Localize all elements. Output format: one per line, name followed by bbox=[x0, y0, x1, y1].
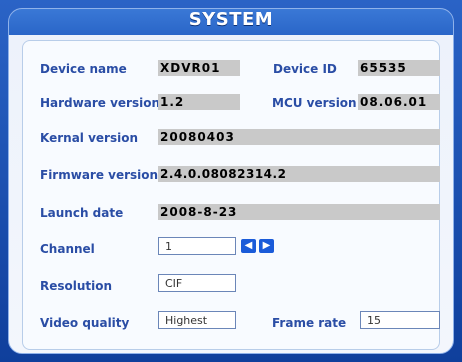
device-id-value: 65535 bbox=[358, 60, 440, 76]
kernal-version-label: Kernal version bbox=[40, 131, 138, 145]
kernal-version-value: 20080403 bbox=[158, 129, 440, 145]
mcu-version-label: MCU version bbox=[272, 96, 357, 110]
hardware-version-value: 1.2 bbox=[158, 94, 240, 110]
firmware-version-value: 2.4.0.08082314.2 bbox=[158, 166, 440, 182]
device-name-value: XDVR01 bbox=[158, 60, 240, 76]
channel-field[interactable]: 1 bbox=[158, 237, 236, 255]
launch-date-label: Launch date bbox=[40, 206, 124, 220]
window-frame: SYSTEM Device name XDVR01 Device ID 6553… bbox=[0, 0, 462, 362]
device-id-label: Device ID bbox=[273, 62, 337, 76]
left-arrow-icon[interactable]: ◀ bbox=[241, 239, 256, 253]
resolution-label: Resolution bbox=[40, 279, 113, 293]
launch-date-value: 2008-8-23 bbox=[158, 204, 440, 220]
firmware-version-label: Firmware version bbox=[40, 168, 159, 182]
right-arrow-icon[interactable]: ▶ bbox=[259, 239, 274, 253]
device-name-label: Device name bbox=[40, 62, 127, 76]
system-info-content bbox=[22, 40, 440, 350]
resolution-field[interactable]: CIF bbox=[158, 274, 236, 292]
frame-rate-label: Frame rate bbox=[272, 316, 347, 330]
video-quality-label: Video quality bbox=[40, 316, 130, 330]
mcu-version-value: 08.06.01 bbox=[358, 94, 440, 110]
window-title: SYSTEM bbox=[188, 9, 274, 30]
video-quality-field[interactable]: Highest bbox=[158, 311, 236, 329]
hardware-version-label: Hardware version bbox=[40, 96, 160, 110]
frame-rate-field[interactable]: 15 bbox=[360, 311, 440, 329]
channel-label: Channel bbox=[40, 242, 95, 256]
